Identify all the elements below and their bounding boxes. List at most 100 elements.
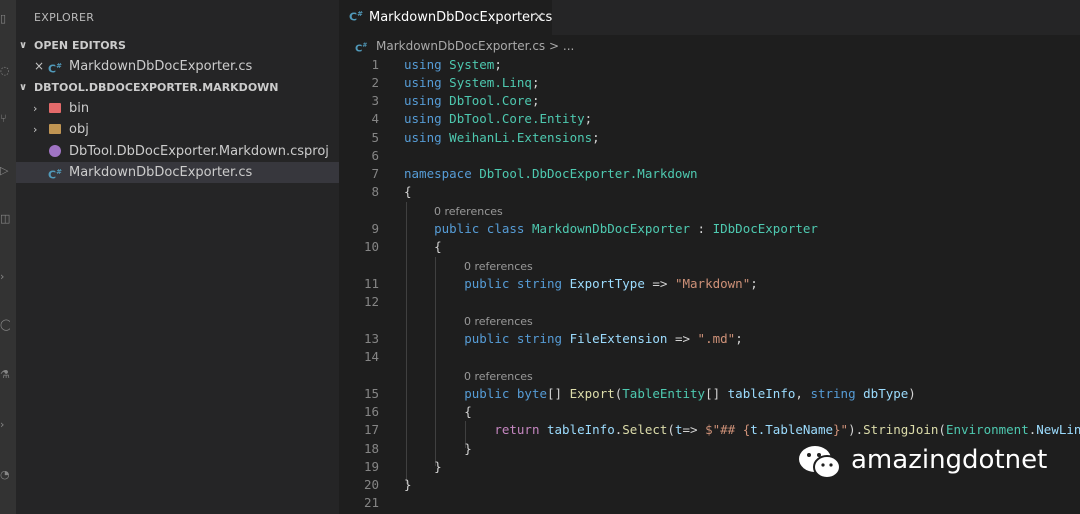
- keyword: using: [404, 130, 442, 145]
- line-number: 2: [371, 75, 379, 90]
- codelens-references[interactable]: 0 references: [464, 260, 533, 273]
- tree-item-csproj[interactable]: DbTool.DbDocExporter.Markdown.csproj: [16, 141, 339, 162]
- project-label: DBTOOL.DBDOCEXPORTER.MARKDOWN: [34, 81, 279, 94]
- code-line-1: using System;: [404, 57, 502, 72]
- docker-icon[interactable]: ›: [0, 418, 10, 432]
- codelens-references[interactable]: 0 references: [464, 315, 533, 328]
- code-line-13: public string FileExtension => ".md";: [464, 331, 743, 346]
- property-name: NewLine: [1036, 422, 1080, 437]
- line-number: 8: [371, 184, 379, 199]
- line-number: 16: [363, 404, 379, 419]
- code-line-9: public class MarkdownDbDocExporter : IDb…: [434, 221, 818, 236]
- tree-item-label: bin: [69, 101, 90, 116]
- remote-icon[interactable]: ›: [0, 270, 10, 284]
- project-header[interactable]: ∨ DBTOOL.DBDOCEXPORTER.MARKDOWN: [16, 77, 339, 98]
- keyword: using: [404, 93, 442, 108]
- namespace-ref: System: [449, 57, 495, 72]
- tree-item-cs-file[interactable]: C# MarkdownDbDocExporter.cs: [16, 162, 339, 183]
- keyword: return: [494, 422, 540, 437]
- parameter-name: t: [674, 422, 683, 437]
- namespace-ref: WeihanLi.Extensions: [449, 130, 593, 145]
- explorer-title: EXPLORER: [34, 11, 95, 24]
- line-number: 13: [363, 331, 379, 346]
- keyword: class: [486, 221, 525, 236]
- namespace-ref: DbTool.Core: [449, 93, 532, 108]
- explorer-icon[interactable]: ▯: [0, 12, 10, 26]
- breadcrumb: C# MarkdownDbDocExporter.cs > ...: [339, 36, 1080, 56]
- interface-name: IDbDocExporter: [712, 221, 818, 236]
- line-number: 1: [371, 57, 379, 72]
- keyword: string: [810, 386, 856, 401]
- search-icon[interactable]: ◌: [0, 64, 10, 78]
- test-icon[interactable]: ⚗: [0, 368, 10, 382]
- line-number: 18: [363, 441, 379, 456]
- debug-icon[interactable]: ▷: [0, 164, 10, 178]
- line-number: 9: [371, 221, 379, 236]
- codelens-references[interactable]: 0 references: [464, 370, 533, 383]
- breadcrumb-separator: >: [549, 39, 560, 53]
- class-name: MarkdownDbDocExporter: [531, 221, 691, 236]
- namespace-ref: DbTool.DbDocExporter.Markdown: [479, 166, 698, 181]
- keyword: using: [404, 75, 442, 90]
- tree-item-label: obj: [69, 122, 89, 137]
- tree-item-label: DbTool.DbDocExporter.Markdown.csproj: [69, 144, 329, 159]
- source-control-icon[interactable]: ⑂: [0, 112, 10, 126]
- timeline-icon[interactable]: ◯: [0, 318, 10, 332]
- tab-bar: C# MarkdownDbDocExporter.cs ×: [339, 0, 1080, 35]
- csharp-icon: C#: [48, 168, 62, 182]
- property-name: ExportType: [569, 276, 645, 291]
- method-name: StringJoin: [863, 422, 939, 437]
- namespace-ref: DbTool.Core.Entity: [449, 111, 585, 126]
- code-line-3: using DbTool.Core;: [404, 93, 540, 108]
- open-editors-label: OPEN EDITORS: [34, 39, 126, 52]
- codelens-references[interactable]: 0 references: [434, 205, 503, 218]
- chevron-right-icon: ›: [33, 123, 38, 136]
- string-literal: $"## {: [705, 422, 751, 437]
- line-number: 3: [371, 93, 379, 108]
- account-icon[interactable]: ◔: [0, 468, 10, 482]
- tree-item-obj[interactable]: › obj: [16, 119, 339, 140]
- open-editor-label: MarkdownDbDocExporter.cs: [69, 59, 253, 74]
- line-number: 21: [363, 495, 379, 510]
- code-line-15: public byte[] Export(TableEntity[] table…: [464, 386, 916, 401]
- code-line-20: }: [404, 477, 412, 492]
- tree-item-bin[interactable]: › bin: [16, 98, 339, 119]
- namespace-ref: System.Linq: [449, 75, 532, 90]
- line-number: 11: [363, 276, 379, 291]
- string-literal: }": [833, 422, 849, 437]
- code-line-5: using WeihanLi.Extensions;: [404, 130, 600, 145]
- keyword: string: [516, 276, 563, 291]
- tab-markdown-exporter[interactable]: C# MarkdownDbDocExporter.cs ×: [339, 0, 552, 35]
- breadcrumb-file-label: MarkdownDbDocExporter.cs: [376, 39, 546, 53]
- code-line-7: namespace DbTool.DbDocExporter.Markdown: [404, 166, 698, 181]
- line-number: 10: [363, 239, 379, 254]
- tab-label: MarkdownDbDocExporter.cs: [369, 10, 553, 25]
- line-number: 6: [371, 148, 379, 163]
- code-line-2: using System.Linq;: [404, 75, 540, 90]
- activity-bar: ▯ ◌ ⑂ ▷ ◫ › ◯ ⚗ › ◔: [0, 0, 16, 514]
- close-icon[interactable]: ×: [533, 9, 545, 25]
- keyword: public: [464, 276, 510, 291]
- open-editors-header[interactable]: ∨ OPEN EDITORS: [16, 35, 339, 56]
- wechat-icon: [799, 446, 841, 479]
- extensions-icon[interactable]: ◫: [0, 212, 10, 226]
- line-number: 15: [363, 386, 379, 401]
- keyword: public: [464, 331, 510, 346]
- line-number: 19: [363, 459, 379, 474]
- keyword: public: [434, 221, 480, 236]
- chevron-down-icon: ∨: [19, 40, 28, 51]
- method-name: Export: [569, 386, 615, 401]
- csproj-icon: [49, 145, 61, 157]
- code-line-17: return tableInfo.Select(t=> $"## {t.Tabl…: [404, 422, 1080, 437]
- line-number: 7: [371, 166, 379, 181]
- member-access: t.TableName: [750, 422, 834, 437]
- open-editor-item[interactable]: × C# MarkdownDbDocExporter.cs: [16, 56, 339, 77]
- breadcrumb-more[interactable]: ...: [563, 39, 574, 53]
- code-line-8: {: [404, 184, 412, 199]
- method-name: Select: [622, 422, 668, 437]
- breadcrumb-file[interactable]: MarkdownDbDocExporter.cs > ...: [376, 36, 574, 56]
- variable-name: tableInfo: [547, 422, 615, 437]
- csharp-icon: C#: [349, 10, 363, 24]
- close-icon[interactable]: ×: [34, 56, 44, 77]
- code-line-18: }: [404, 441, 472, 456]
